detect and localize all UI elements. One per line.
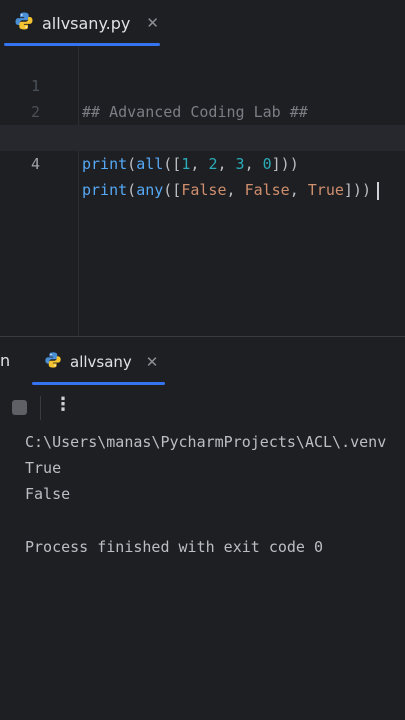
run-tool-label: n	[0, 351, 11, 370]
tab-label: allvsany.py	[42, 13, 131, 33]
close-icon[interactable]: ✕	[146, 14, 159, 32]
console-output[interactable]: C:\Users\manas\PycharmProjects\ACL\.venv…	[0, 428, 405, 720]
active-tab-indicator	[32, 382, 165, 385]
toolbar-separator	[40, 396, 41, 420]
code-text: print(any([False, False, True]))	[82, 177, 379, 203]
console-line: Process finished with exit code 0	[25, 538, 324, 556]
code-line-3[interactable]: 3 print(all([1, 2, 3, 0]))	[0, 99, 405, 173]
run-tab-bar: n allvsany ✕	[0, 337, 405, 387]
console-line: C:\Users\manas\PycharmProjects\ACL\.venv	[25, 433, 387, 451]
close-icon[interactable]: ✕	[146, 353, 159, 371]
tab-label: allvsany	[70, 353, 132, 371]
editor-tab-bar: allvsany.py ✕	[0, 0, 405, 47]
tab-allvsany-py[interactable]: allvsany.py ✕	[0, 0, 165, 46]
code-line-2[interactable]: 2 print(all([True, True, True]))	[0, 73, 405, 147]
run-toolbar: ⋮	[0, 388, 405, 428]
code-text: print(all([1, 2, 3, 0]))	[82, 155, 299, 173]
code-line-4[interactable]: 4 print(any([False, False, True]))	[0, 125, 405, 200]
text-caret	[377, 181, 379, 200]
python-file-icon	[14, 11, 34, 35]
code-editor[interactable]: 1 ## Advanced Coding Lab ## 2 print(all(…	[0, 46, 405, 336]
code-line-1[interactable]: 1 ## Advanced Coding Lab ##	[0, 47, 405, 121]
stop-icon[interactable]	[12, 400, 27, 415]
python-file-icon	[44, 351, 62, 373]
console-line: True	[25, 459, 62, 477]
tab-run-allvsany[interactable]: allvsany ✕	[32, 337, 165, 387]
line-number: 4	[30, 155, 40, 173]
more-options-icon[interactable]: ⋮	[54, 394, 72, 415]
console-line: False	[25, 485, 71, 503]
